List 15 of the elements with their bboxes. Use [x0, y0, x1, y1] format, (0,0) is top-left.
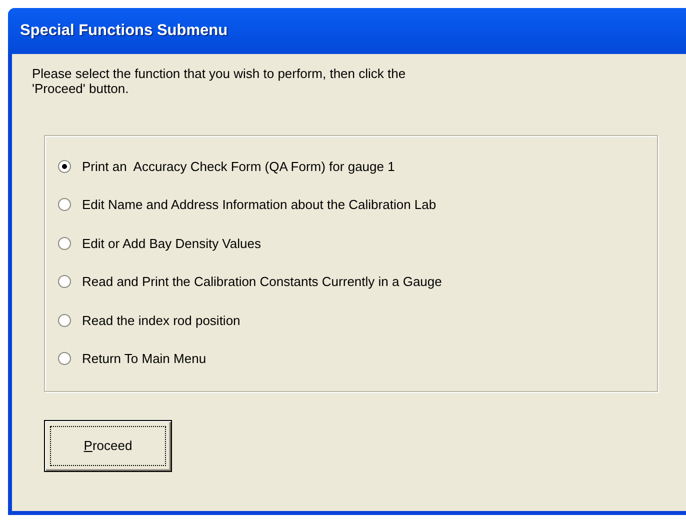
radio-button[interactable]	[58, 236, 71, 250]
radio-button[interactable]	[58, 352, 71, 366]
instruction-text: Please select the function that you wish to perform, then click the 'Proceed' button.	[32, 66, 407, 96]
radio-button[interactable]	[58, 198, 71, 212]
radio-button[interactable]	[58, 314, 71, 327]
option-label[interactable]: Read the index rod position	[82, 312, 240, 328]
option-label[interactable]: Edit Name and Address Information about the Calibration Lab	[82, 197, 436, 212]
option-label[interactable]: Read and Print the Calibration Constants Currently in a Gauge	[82, 274, 442, 290]
proceed-button[interactable]: Proceed	[44, 420, 172, 472]
window-title: Special Functions Submenu	[20, 22, 228, 40]
option-label[interactable]: Return To Main Menu	[82, 351, 206, 366]
radio-button[interactable]	[58, 160, 71, 173]
option-label[interactable]: Print an Accuracy Check Form (QA Form) for gauge 1	[82, 158, 395, 174]
option-label[interactable]: Edit or Add Bay Density Values	[82, 236, 261, 251]
radio-button[interactable]	[58, 275, 71, 288]
